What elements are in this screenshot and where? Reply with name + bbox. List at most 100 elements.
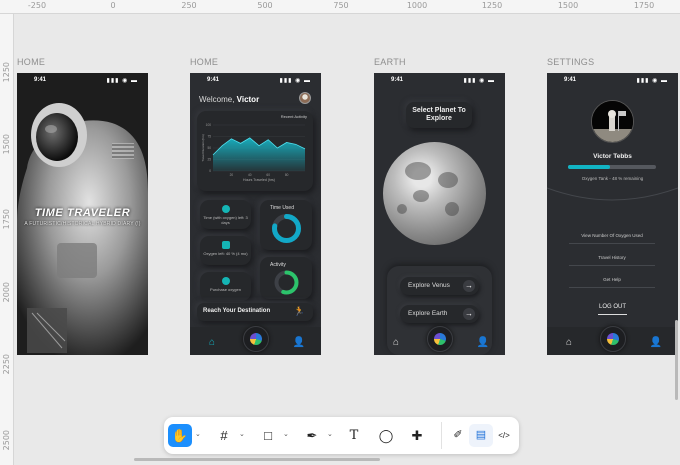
status-bar: 9:41 ▮▮▮ ◉ ▬ [547,73,678,87]
reach-destination-button[interactable]: Reach Your Destination 🏃 [197,303,313,321]
status-bar: 9:41 ▮▮▮ ◉ ▬ [374,73,505,87]
pen-tool-icon[interactable]: ✒ [300,424,324,447]
profile-avatar[interactable] [591,100,634,143]
welcome-text: Welcome, Victor [199,95,259,104]
status-time: 9:41 [564,77,577,83]
arrow-right-icon: → [463,280,475,292]
logout-button[interactable]: LOG OUT [547,304,678,310]
home-icon[interactable]: ⌂ [388,336,404,350]
profile-settings-icon[interactable]: 👤 [648,336,664,350]
draw-mode-icon[interactable]: ✐ [446,424,470,447]
y-tick-label: 75 [207,135,211,139]
home-icon[interactable]: ⌂ [204,336,220,350]
frame-home-splash[interactable]: 9:41 ▮▮▮ ◉ ▬ TIME TRAVELER A FUTURISTIC/… [17,73,148,355]
menu-get-help[interactable]: Get Help [569,277,655,288]
time-used-label: Time Used [270,205,294,211]
link-icon [221,277,230,285]
text-tool-icon[interactable]: T [342,424,366,447]
globe-icon [249,333,262,345]
y-tick-label: 50 [207,146,211,150]
menu-view-oxygen-used[interactable]: View Number Of Oxygen Used [569,233,655,244]
globe-icon [221,205,230,213]
x-tick-label: 80 [285,173,289,177]
nav-globe-button[interactable] [242,326,269,352]
frame-label-home-dashboard[interactable]: HOME [190,57,218,67]
avatar[interactable] [299,92,311,104]
profile-name: Victor Tebbs [593,153,632,160]
vertical-ruler: 1250 1500 1750 2000 2250 2500 [0,14,14,465]
tile-purchase-oxygen-text: Purchase oxygen [210,287,241,292]
nav-globe-button[interactable] [599,326,626,352]
oxygen-tank-icon [221,241,230,249]
tile-time-left-text: Time (with oxygen) left: 3 days [203,215,248,225]
ruler-tick-label: 1000 [406,1,428,10]
ruler-tick-label: 1500 [2,134,11,155]
running-person-icon: 🏃 [293,306,305,316]
reach-destination-label: Reach Your Destination [203,308,271,314]
status-time: 9:41 [391,77,404,83]
mode-switch-group: ✐ ▤ </> [441,422,515,449]
tile-purchase-oxygen[interactable]: Purchase oxygen [200,272,251,301]
ruler-tick-label: 750 [333,1,349,10]
nav-globe-button[interactable] [426,326,453,352]
tile-oxygen-left[interactable]: Oxygen left: 40 % (4 mo) [200,236,251,265]
chevron-down-icon[interactable]: ⌄ [239,430,245,438]
chevron-down-icon[interactable]: ⌄ [283,430,289,438]
status-bar: 9:41 ▮▮▮ ◉ ▬ [17,73,148,87]
ruler-tick-label: 1750 [633,1,655,10]
splash-title: TIME TRAVELER [34,207,131,219]
hand-tool-icon[interactable]: ✋ [168,424,192,447]
home-icon[interactable]: ⌂ [561,336,577,350]
rectangle-tool-icon[interactable]: □ [256,424,280,447]
bottom-toolbar: ✋ ⌄ # ⌄ □ ⌄ ✒ ⌄ T ◯ ✚ ✐ ▤ </> [164,417,519,454]
y-tick-label: 0 [209,169,211,173]
components-tool-icon[interactable]: ✚ [405,424,429,447]
signal-wifi-battery-icon: ▮▮▮ ◉ ▬ [279,78,311,84]
y-tick-label: 100 [206,123,212,127]
activity-card[interactable]: Activity [260,257,312,299]
profile-settings-icon[interactable]: 👤 [291,336,307,350]
activity-ring [274,270,299,295]
signal-wifi-battery-icon: ▮▮▮ ◉ ▬ [636,78,668,84]
comment-tool-icon[interactable]: ◯ [374,424,398,447]
signal-wifi-battery-icon: ▮▮▮ ◉ ▬ [463,78,495,84]
oxygen-progress-fill [568,165,611,169]
time-used-card[interactable]: Time Used [260,200,312,250]
ruler-tick-label: 2000 [2,282,11,303]
explore-venus-label: Explore Venus [408,282,450,289]
horizontal-ruler: -250 0 250 500 750 1000 1250 1500 1750 [0,0,680,14]
welcome-prefix: Welcome, [199,95,235,104]
frame-label-earth[interactable]: EARTH [374,57,406,67]
frame-label-settings[interactable]: SETTINGS [547,57,594,67]
ruler-tick-label: 250 [181,1,197,10]
horizontal-scrollbar[interactable] [134,458,380,461]
tile-time-left[interactable]: Time (with oxygen) left: 3 days [200,200,251,229]
frame-settings[interactable]: 9:41 ▮▮▮ ◉ ▬ Victor Tebbs Oxygen Tank - … [547,73,678,355]
frame-earth[interactable]: 9:41 ▮▮▮ ◉ ▬ Select Planet To Explore Ex… [374,73,505,355]
menu-travel-history[interactable]: Travel History [569,255,655,266]
vertical-scrollbar[interactable] [675,320,678,400]
x-tick-label: 60 [266,173,270,177]
globe-icon [606,333,619,345]
status-time: 9:41 [34,77,47,83]
globe-icon [433,333,446,345]
design-mode-icon[interactable]: ▤ [469,424,493,447]
ruler-tick-label: 1250 [481,1,503,10]
user-name: Victor [236,95,260,104]
explore-earth-button[interactable]: Explore Earth → [400,305,479,323]
frame-tool-icon[interactable]: # [212,424,236,447]
profile-settings-icon[interactable]: 👤 [475,336,491,350]
recent-activity-chart-card[interactable]: Recent Activity 0 25 50 75 100 20 40 60 80 Hours … [197,111,313,191]
x-tick-label: 40 [248,173,252,177]
chevron-down-icon[interactable]: ⌄ [327,430,333,438]
frame-label-home-splash[interactable]: HOME [17,57,45,67]
frame-home-dashboard[interactable]: 9:41 ▮▮▮ ◉ ▬ Welcome, Victor Recent Acti… [190,73,321,355]
dev-mode-icon[interactable]: </> [492,424,516,447]
logout-underline [598,314,627,315]
oxygen-remaining-text: Oxygen Tank - 48 % remaining [581,176,644,181]
x-tick-label: 20 [230,173,234,177]
explore-venus-button[interactable]: Explore Venus → [400,277,479,295]
explore-earth-label: Explore Earth [408,310,448,317]
select-planet-title: Select Planet To Explore [406,102,472,128]
chevron-down-icon[interactable]: ⌄ [195,430,201,438]
